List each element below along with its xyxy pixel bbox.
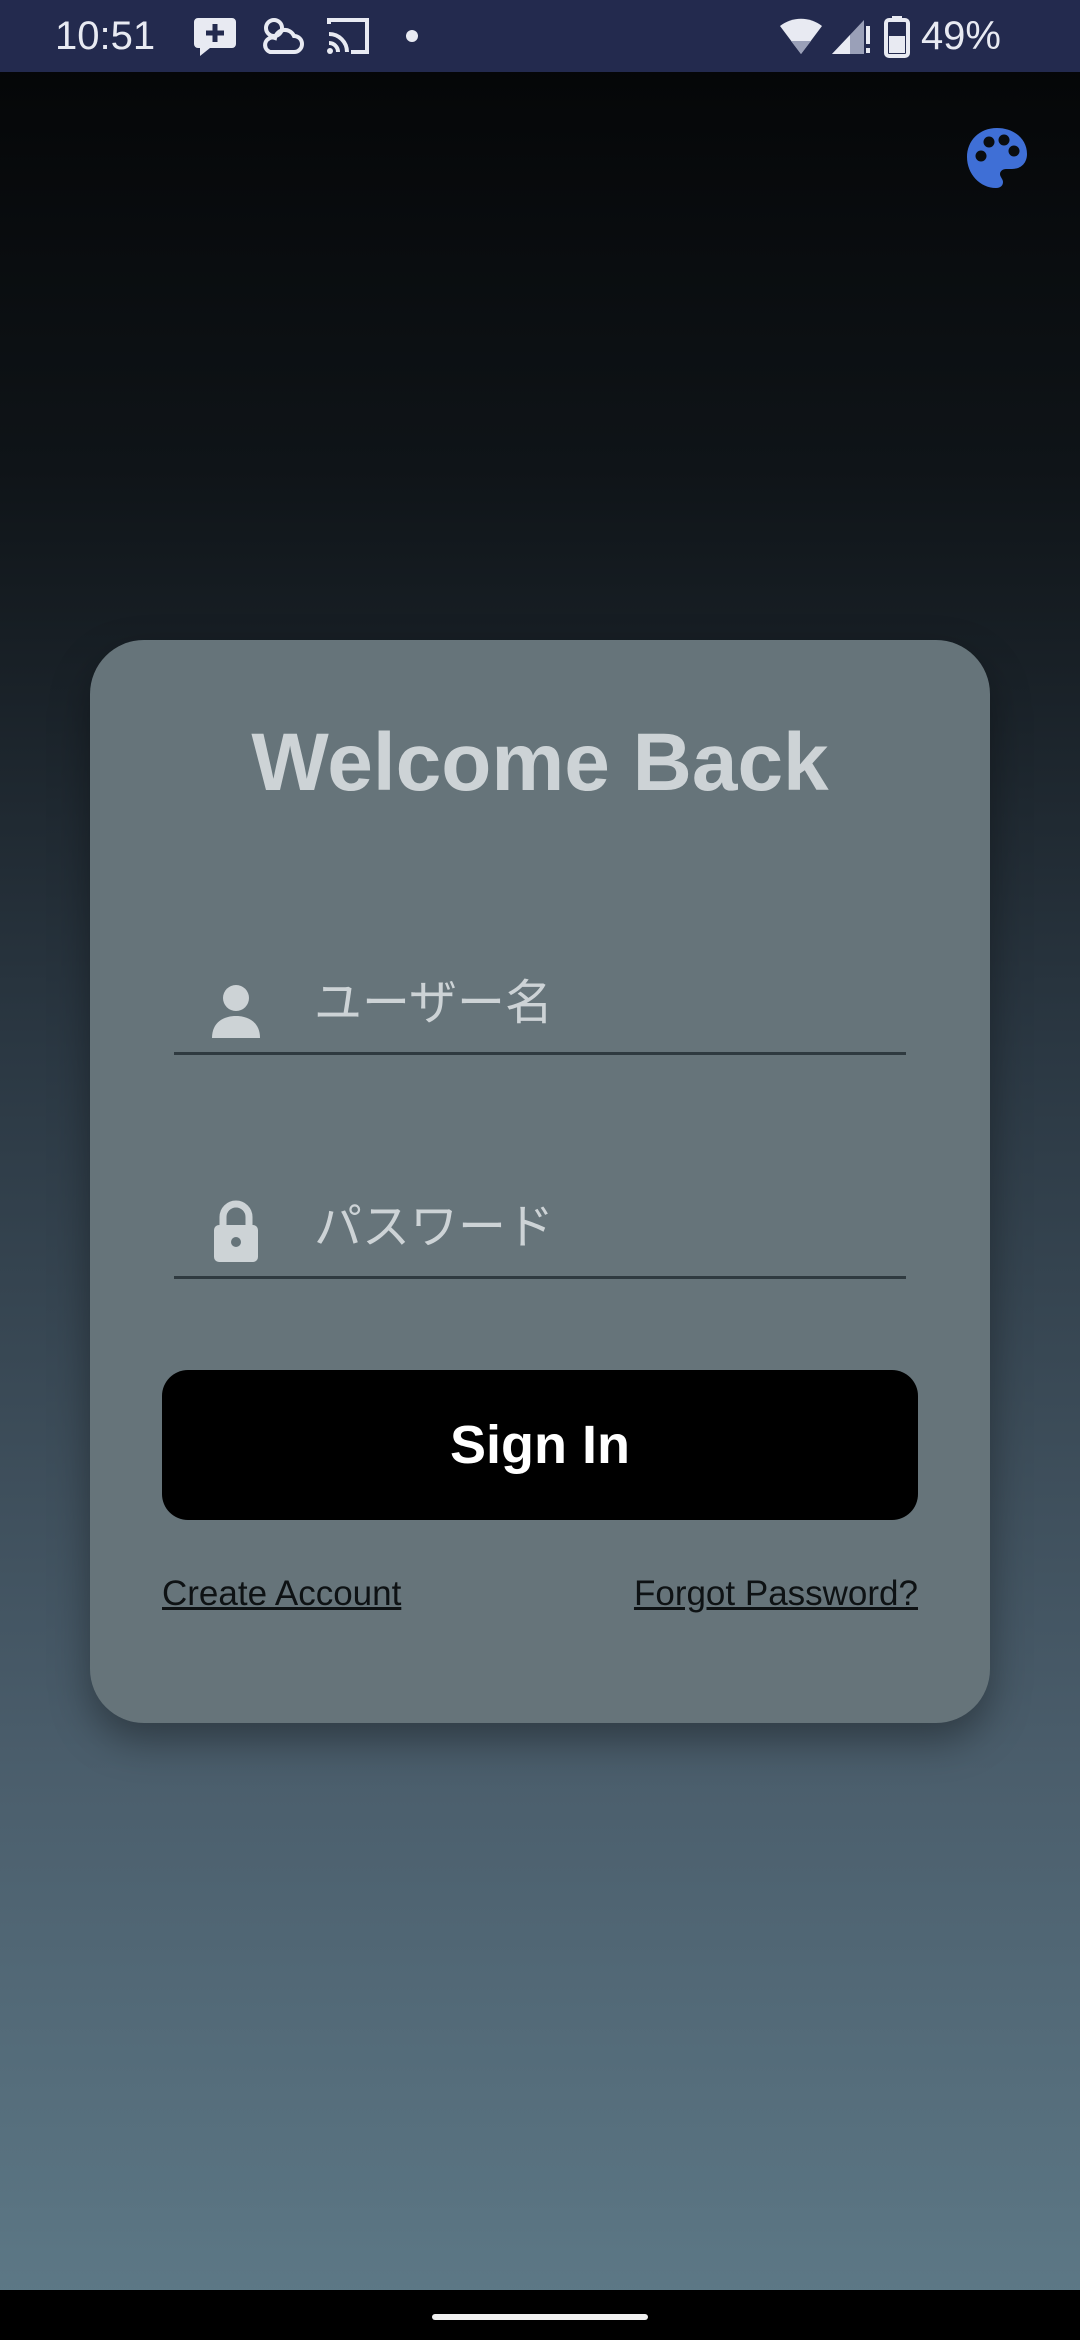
battery-percentage: 49%	[920, 14, 1001, 58]
signal-icon	[828, 14, 872, 62]
battery-icon	[884, 14, 910, 62]
palette-icon	[967, 128, 1027, 188]
theme-palette-button[interactable]	[963, 124, 1031, 192]
create-account-link[interactable]: Create Account	[162, 1570, 401, 1618]
sign-in-label: Sign In	[450, 1415, 630, 1475]
navigation-bar	[0, 2290, 1080, 2340]
lock-icon	[208, 1198, 264, 1262]
cloud-sun-icon	[258, 14, 304, 62]
person-icon	[208, 982, 264, 1042]
sign-in-button[interactable]: Sign In	[162, 1370, 918, 1520]
status-bar: 10:51 49%	[0, 0, 1080, 72]
forgot-password-link[interactable]: Forgot Password?	[634, 1570, 918, 1618]
wifi-icon	[778, 14, 824, 62]
dot-icon	[404, 28, 420, 48]
login-card: Welcome Back Sign In Create Account Forg…	[90, 640, 990, 1723]
home-indicator[interactable]	[432, 2314, 648, 2320]
password-field	[174, 1176, 906, 1279]
status-time: 10:51	[55, 14, 156, 58]
username-field	[174, 952, 906, 1055]
password-input[interactable]	[314, 1192, 894, 1262]
username-input[interactable]	[314, 968, 894, 1038]
cast-icon	[325, 14, 371, 62]
chat-plus-icon	[192, 14, 238, 62]
page-title: Welcome Back	[251, 717, 829, 808]
